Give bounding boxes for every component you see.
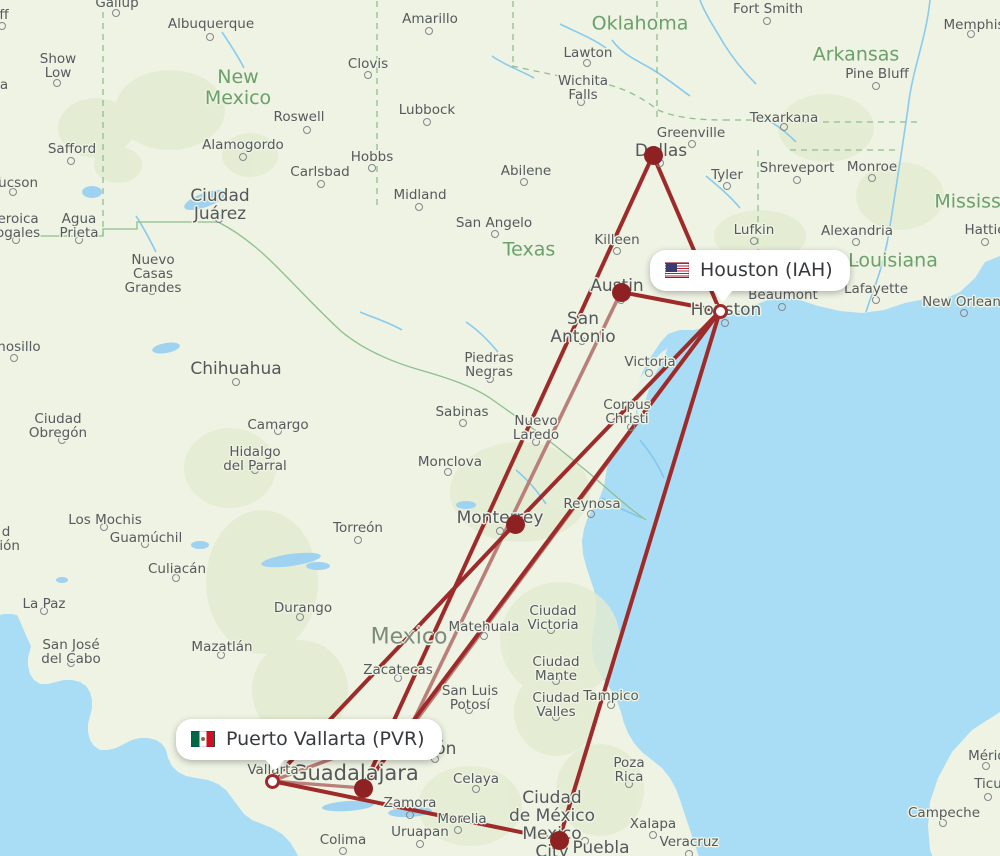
destination-tooltip[interactable]: Puerto Vallarta (PVR): [176, 719, 442, 771]
origin-label: Houston (IAH): [700, 259, 833, 281]
flight-route-map[interactable]: New Mexico Oklahoma Arkansas Texas Louisiana…: [0, 0, 1000, 856]
us-flag-icon: [665, 262, 689, 278]
tooltip-tail-icon: [712, 289, 734, 302]
guadalajara-node[interactable]: [353, 778, 373, 798]
mexico-city-node[interactable]: [549, 830, 569, 850]
origin-tooltip[interactable]: Houston (IAH): [650, 250, 850, 302]
route-nodes-layer: [0, 0, 1000, 856]
houston-endpoint[interactable]: [712, 303, 728, 319]
puerto-vallarta-endpoint[interactable]: [264, 773, 280, 789]
dallas-node[interactable]: [643, 145, 663, 165]
austin-node[interactable]: [611, 282, 631, 302]
destination-label: Puerto Vallarta (PVR): [226, 728, 425, 750]
tooltip-tail-icon: [264, 758, 286, 771]
mx-flag-icon: [191, 731, 215, 747]
monterrey-node[interactable]: [505, 514, 525, 534]
